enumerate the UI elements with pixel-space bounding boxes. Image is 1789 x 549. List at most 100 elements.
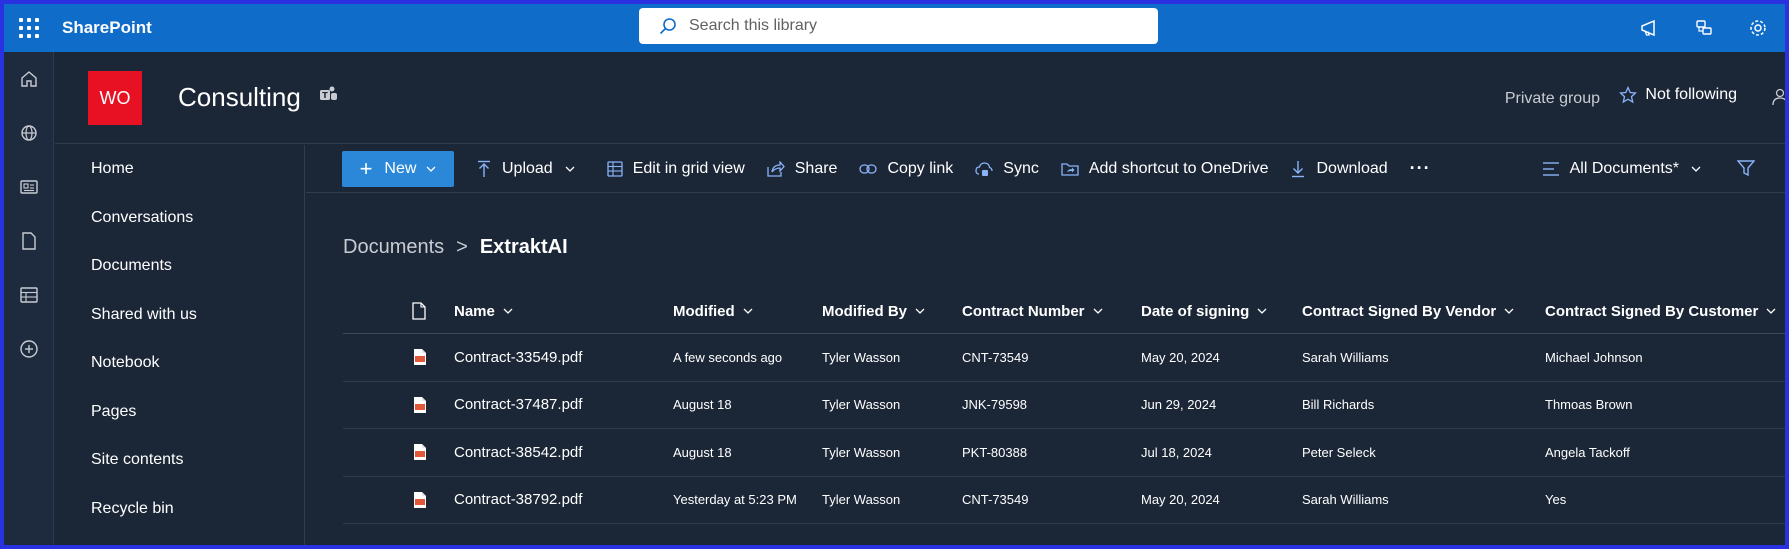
table-row[interactable]: Contract-38792.pdf Yesterday at 5:23 PM … xyxy=(343,477,1785,524)
modified-by-cell[interactable]: Tyler Wasson xyxy=(822,445,962,460)
contract-number-cell: CNT-73549 xyxy=(962,492,1029,508)
chevron-down-icon xyxy=(1257,308,1267,314)
modified-cell: August 18 xyxy=(673,444,732,460)
megaphone-icon[interactable] xyxy=(1623,4,1677,52)
file-type-icon xyxy=(412,302,426,320)
modified-cell: Yesterday at 5:23 PM xyxy=(673,492,797,508)
file-name-link[interactable]: Contract-38542.pdf xyxy=(454,444,673,461)
nav-item-documents[interactable]: Documents xyxy=(55,242,304,291)
lists-icon[interactable] xyxy=(4,268,54,322)
file-name-link[interactable]: Contract-38792.pdf xyxy=(454,491,673,508)
column-header-contract-number[interactable]: Contract Number xyxy=(962,303,1141,320)
pdf-file-icon xyxy=(343,396,454,414)
copy-link-button[interactable]: Copy link xyxy=(859,151,953,187)
globe-icon[interactable] xyxy=(4,106,54,160)
chevron-down-icon xyxy=(1504,308,1514,314)
star-icon xyxy=(1619,86,1638,104)
news-icon[interactable] xyxy=(4,160,54,214)
contract-number-cell: JNK-79598 xyxy=(962,397,1028,413)
pdf-file-icon xyxy=(343,491,454,509)
nav-item-notebook[interactable]: Notebook xyxy=(55,339,304,388)
members-icon[interactable] xyxy=(1771,88,1785,109)
modified-by-cell[interactable]: Tyler Wasson xyxy=(822,350,962,365)
filter-icon[interactable] xyxy=(1736,159,1756,180)
settings-gear-icon[interactable] xyxy=(1731,4,1785,52)
svg-text:T: T xyxy=(322,91,328,100)
chevron-down-icon xyxy=(915,308,925,314)
app-window: SharePoint Search this library WO Consul… xyxy=(4,4,1785,545)
chevron-down-icon xyxy=(426,166,436,172)
site-logo[interactable]: WO xyxy=(88,71,142,125)
app-launcher-icon[interactable] xyxy=(4,4,54,52)
chevron-down-icon xyxy=(743,308,753,314)
download-label: Download xyxy=(1316,159,1388,177)
table-row[interactable]: Contract-38542.pdf August 18 Tyler Wasso… xyxy=(343,429,1785,477)
plus-icon: + xyxy=(359,155,373,181)
home-icon[interactable] xyxy=(4,52,54,106)
edit-grid-view-button[interactable]: Edit in grid view xyxy=(607,151,745,187)
column-header-signed-by-customer[interactable]: Contract Signed By Customer xyxy=(1545,303,1785,320)
shortcut-folder-icon xyxy=(1061,162,1079,176)
grid-icon xyxy=(607,160,623,177)
modified-cell: August 18 xyxy=(673,397,732,413)
add-shortcut-label: Add shortcut to OneDrive xyxy=(1088,159,1269,177)
modified-by-cell[interactable]: Tyler Wasson xyxy=(822,397,962,412)
privacy-label: Private group xyxy=(1504,90,1600,107)
help-icon[interactable] xyxy=(1677,4,1731,52)
sync-button[interactable]: Sync xyxy=(975,151,1039,187)
chevron-down-icon xyxy=(503,308,513,314)
column-header-modified[interactable]: Modified xyxy=(673,303,822,320)
more-icon: ··· xyxy=(1409,158,1431,178)
create-add-icon[interactable] xyxy=(4,322,54,376)
view-switcher[interactable]: All Documents* xyxy=(1542,160,1701,178)
site-header: WO Consulting T Private group Not follow… xyxy=(55,52,1785,144)
file-name-link[interactable]: Contract-37487.pdf xyxy=(454,396,673,413)
follow-button[interactable]: Not following xyxy=(1619,86,1737,104)
nav-item-home[interactable]: Home xyxy=(55,145,304,194)
table-row[interactable]: Contract-37487.pdf August 18 Tyler Wasso… xyxy=(343,382,1785,429)
search-box[interactable]: Search this library xyxy=(639,8,1158,44)
add-shortcut-button[interactable]: Add shortcut to OneDrive xyxy=(1061,151,1269,187)
signed-by-vendor-cell: Peter Seleck xyxy=(1302,444,1376,460)
upload-button[interactable]: Upload xyxy=(476,151,585,187)
command-bar: + New Upload Edit in grid view Share Cop… xyxy=(306,145,1785,193)
more-options-button[interactable]: ··· xyxy=(1410,151,1431,187)
signed-by-customer-cell: Yes xyxy=(1545,492,1567,508)
teams-icon[interactable]: T xyxy=(319,84,339,107)
nav-item-site-contents[interactable]: Site contents xyxy=(55,436,304,485)
new-button[interactable]: + New xyxy=(342,150,454,187)
date-of-signing-cell: Jul 18, 2024 xyxy=(1141,444,1212,460)
brand-name[interactable]: SharePoint xyxy=(62,18,152,38)
download-button[interactable]: Download xyxy=(1290,151,1388,187)
breadcrumb: Documents > ExtraktAI xyxy=(343,236,568,259)
signed-by-vendor-cell: Sarah Williams xyxy=(1302,349,1389,365)
date-of-signing-cell: May 20, 2024 xyxy=(1141,492,1220,508)
document-list: Name Modified Modified By Contract Numbe… xyxy=(343,289,1785,524)
breadcrumb-current-folder: ExtraktAI xyxy=(479,236,568,258)
upload-icon xyxy=(478,160,490,177)
breadcrumb-documents[interactable]: Documents xyxy=(343,236,444,259)
nav-item-recycle-bin[interactable]: Recycle bin xyxy=(55,485,304,534)
site-title[interactable]: Consulting xyxy=(178,82,301,113)
sync-icon xyxy=(975,161,993,176)
signed-by-customer-cell: Thmoas Brown xyxy=(1545,397,1633,413)
table-row[interactable]: Contract-33549.pdf A few seconds ago Tyl… xyxy=(343,334,1785,382)
file-name-link[interactable]: Contract-33549.pdf xyxy=(454,349,673,366)
nav-item-pages[interactable]: Pages xyxy=(55,388,304,437)
file-icon[interactable] xyxy=(4,214,54,268)
breadcrumb-separator: > xyxy=(456,236,468,258)
column-header-date-of-signing[interactable]: Date of signing xyxy=(1141,303,1302,320)
modified-by-cell[interactable]: Tyler Wasson xyxy=(822,492,962,507)
file-type-header[interactable] xyxy=(343,302,454,320)
nav-item-shared-with-us[interactable]: Shared with us xyxy=(55,291,304,340)
signed-by-customer-cell: Michael Johnson xyxy=(1545,349,1643,365)
column-header-modified-by[interactable]: Modified By xyxy=(822,303,962,320)
date-of-signing-cell: May 20, 2024 xyxy=(1141,349,1220,365)
column-header-signed-by-vendor[interactable]: Contract Signed By Vendor xyxy=(1302,303,1545,320)
share-button[interactable]: Share xyxy=(767,151,837,187)
view-options-icon xyxy=(1542,162,1559,176)
chevron-down-icon xyxy=(1766,308,1776,314)
column-header-name[interactable]: Name xyxy=(454,303,673,320)
nav-item-conversations[interactable]: Conversations xyxy=(55,194,304,243)
suite-bar: SharePoint Search this library xyxy=(4,4,1785,52)
